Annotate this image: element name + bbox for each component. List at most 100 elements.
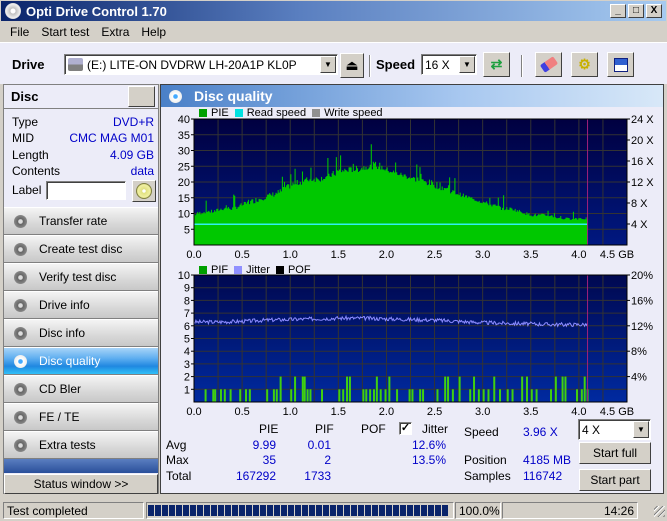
y-tick-label: 3: [184, 359, 190, 371]
verify-disc-icon: [14, 270, 27, 284]
progress-bar: [146, 502, 454, 519]
jitter-max: 13.5%: [411, 453, 446, 467]
disc-quality-icon: [14, 354, 27, 368]
progress-segment: [204, 505, 210, 516]
speed-select[interactable]: 16 X ▼: [421, 54, 477, 75]
menu-file[interactable]: File: [4, 25, 35, 39]
save-button[interactable]: [607, 52, 634, 77]
read-label-button[interactable]: [132, 180, 156, 202]
x-tick-label: 0.5: [234, 406, 249, 418]
menu-extra[interactable]: Extra: [95, 25, 135, 39]
x-tick-label: 2.5: [427, 406, 442, 418]
pif-bar: [212, 389, 215, 402]
progress-segment: [246, 505, 252, 516]
x-tick-label: 2.5: [427, 249, 442, 261]
nav-disc-quality[interactable]: Disc quality: [4, 347, 158, 375]
x-tick-label: 4.5 GB: [600, 249, 634, 261]
disc-contents-row: Contents data: [12, 164, 154, 178]
erase-button[interactable]: [535, 52, 562, 77]
minimize-button[interactable]: _: [610, 4, 626, 18]
sidebar: Disc Type DVD+R MID CMC MAG M01 Length 4.09…: [3, 84, 159, 494]
disc-mid-row: MID CMC MAG M01: [12, 131, 154, 145]
progress-segment: [232, 505, 238, 516]
status-window-button[interactable]: Status window >>: [4, 474, 158, 494]
nav-fe-te[interactable]: FE / TE: [4, 403, 158, 431]
x-tick-label: 0.5: [234, 249, 249, 261]
x-tick-label: 3.5: [523, 406, 538, 418]
nav-label: CD Bler: [39, 382, 82, 396]
progress-segment: [316, 505, 322, 516]
chevron-down-icon[interactable]: ▼: [459, 56, 475, 73]
refresh-icon: ⇄: [490, 56, 503, 72]
y-tick-label: 5: [184, 224, 190, 236]
progress-segment: [190, 505, 196, 516]
jitter-checkbox[interactable]: ✓: [399, 422, 412, 435]
pif-bar: [369, 389, 372, 402]
start-part-button[interactable]: Start part: [579, 469, 651, 491]
resize-grip[interactable]: [654, 506, 665, 517]
speed-value: 16 X: [425, 57, 450, 72]
y-tick-label: 25: [178, 161, 190, 173]
pif-bar: [229, 389, 232, 402]
y2-tick-label: 24 X: [631, 115, 654, 126]
nav-transfer-rate[interactable]: Transfer rate: [4, 207, 158, 235]
nav-drive-info[interactable]: Drive info: [4, 291, 158, 319]
chevron-down-icon[interactable]: ▼: [633, 421, 649, 438]
x-tick-label: 2.0: [379, 249, 394, 261]
progress-segment: [351, 505, 357, 516]
pif-bar: [411, 389, 414, 402]
nav-cd-bler[interactable]: CD Bler: [4, 375, 158, 403]
nav-label: Create test disc: [39, 242, 123, 256]
x-tick-label: 3.0: [475, 249, 490, 261]
pif-bar: [419, 389, 422, 402]
progress-segment: [176, 505, 182, 516]
max-label: Max: [166, 453, 189, 467]
pif-bar: [290, 389, 293, 402]
disc-header-button[interactable]: [128, 86, 155, 107]
nav-disc-info[interactable]: Disc info: [4, 319, 158, 347]
start-full-button[interactable]: Start full: [579, 442, 651, 464]
pif-bar: [499, 389, 502, 402]
nav-extra-tests[interactable]: Extra tests: [4, 431, 158, 459]
nav-label: Extra tests: [39, 438, 96, 452]
eject-button[interactable]: ⏏: [340, 53, 364, 78]
pif-bar: [561, 376, 564, 402]
pif-bar: [477, 389, 480, 402]
y-tick-label: 10: [178, 271, 190, 282]
pif-jitter-chart: 0.0 0.5 1.0 1.5 2.0 2.5 3.0 3.5 4.0 4.5 GB 1234567…: [178, 271, 653, 418]
drive-select[interactable]: (E:) LITE-ON DVDRW LH-20A1P KL0P ▼: [64, 54, 338, 75]
separator: [369, 55, 371, 77]
pif-bar: [219, 389, 222, 402]
cd-icon: [136, 183, 152, 199]
progress-segment: [183, 505, 189, 516]
progress-segment: [169, 505, 175, 516]
menu-help[interactable]: Help: [135, 25, 172, 39]
progress-segment: [407, 505, 413, 516]
test-speed-value: 4 X: [582, 422, 601, 437]
nav-verify-test-disc[interactable]: Verify test disc: [4, 263, 158, 291]
options-button[interactable]: ⚙: [571, 52, 598, 77]
menu-start-test[interactable]: Start test: [35, 25, 95, 39]
pif-bar: [458, 376, 461, 402]
chevron-down-icon[interactable]: ▼: [320, 56, 336, 73]
progress-segment: [421, 505, 427, 516]
disc-header-label: Disc: [11, 89, 39, 104]
disc-length-row: Length 4.09 GB: [12, 148, 154, 162]
label-input[interactable]: [46, 181, 126, 200]
progress-segment: [428, 505, 434, 516]
pif-bar: [375, 376, 378, 402]
refresh-button[interactable]: ⇄: [483, 52, 510, 77]
contents-label: Contents: [12, 164, 61, 178]
progress-segment: [330, 505, 336, 516]
test-speed-select[interactable]: 4 X ▼: [578, 419, 651, 440]
maximize-button[interactable]: □: [628, 4, 644, 18]
close-button[interactable]: X: [646, 4, 662, 18]
x-tick-label: 3.0: [475, 406, 490, 418]
pie-total: 167292: [235, 469, 276, 483]
y-tick-label: 30: [178, 146, 190, 158]
y-tick-label: 40: [178, 115, 190, 126]
nav-create-test-disc[interactable]: Create test disc: [4, 235, 158, 263]
samples-label: Samples: [464, 469, 511, 483]
x-tick-label: 0.0: [186, 249, 201, 261]
pif-bar: [346, 376, 349, 402]
